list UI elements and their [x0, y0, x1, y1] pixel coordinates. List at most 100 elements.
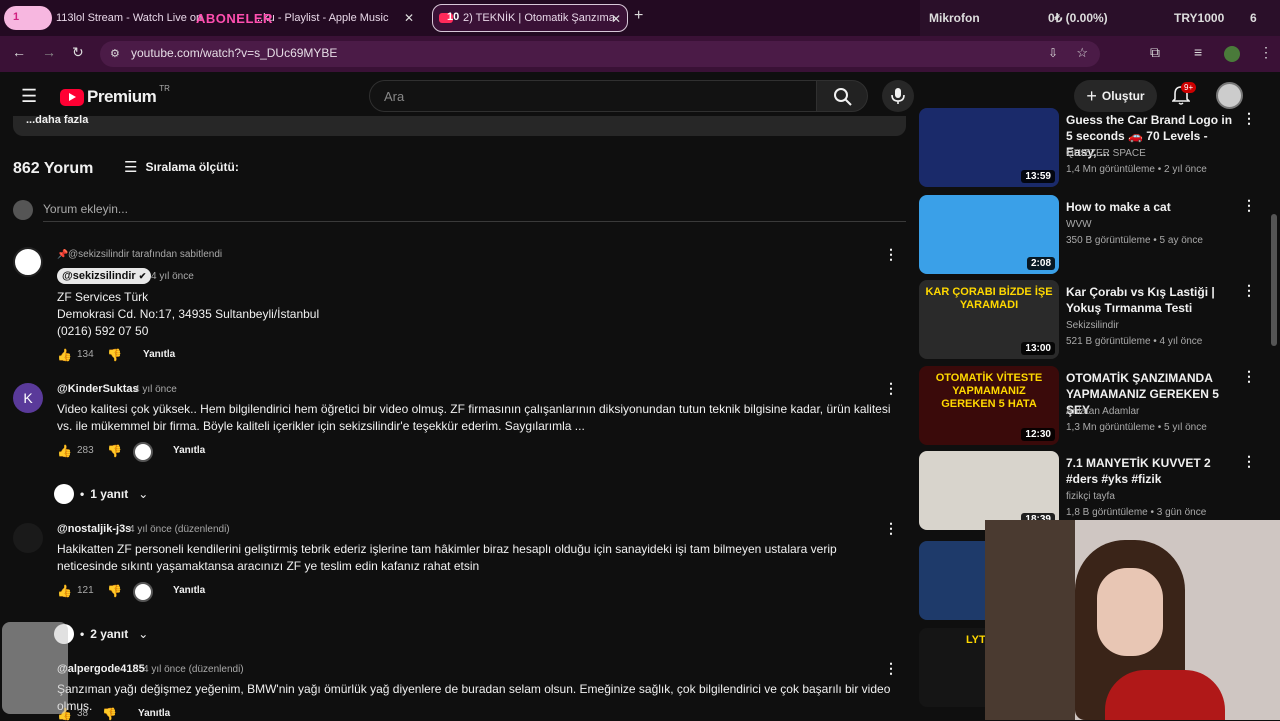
- media-icon[interactable]: ≡: [1194, 44, 1202, 60]
- video-channel[interactable]: Sekizsilindir: [1066, 318, 1119, 334]
- avatar[interactable]: [13, 247, 43, 277]
- person-shirt: [1105, 670, 1225, 720]
- creator-avatar-icon: [54, 484, 74, 504]
- new-tab-button[interactable]: +: [634, 7, 643, 25]
- video-title[interactable]: How to make a cat: [1066, 199, 1236, 215]
- video-more-icon[interactable]: ⋮: [1242, 368, 1256, 385]
- video-more-icon[interactable]: ⋮: [1242, 282, 1256, 299]
- comment-time[interactable]: 4 yıl önce: [151, 271, 194, 282]
- replies-toggle[interactable]: • 2 yanıt ⌄: [54, 624, 148, 644]
- profile-avatar[interactable]: [1224, 46, 1240, 62]
- hamburger-menu-icon[interactable]: ☰: [21, 86, 37, 107]
- scrollbar[interactable]: [1271, 214, 1277, 346]
- dislike-icon[interactable]: 👎: [107, 348, 122, 362]
- create-button[interactable]: + Oluştur: [1074, 80, 1157, 112]
- video-meta: 350 B görüntüleme • 5 ay önce: [1066, 235, 1203, 246]
- comment-text: ZF Services Türk Demokrasi Cd. No:17, 34…: [57, 289, 319, 340]
- video-title[interactable]: 7.1 MANYETİK KUVVET 2 #ders #yks #fizik: [1066, 455, 1236, 487]
- extensions-icon[interactable]: ⧉: [1150, 44, 1160, 61]
- comment-thread-3: @nostaljik-j3s 4 yıl önce (düzenlendi) H…: [0, 520, 906, 650]
- description-box[interactable]: ...daha fazla: [13, 114, 906, 136]
- more-actions-icon[interactable]: ⋮: [884, 660, 898, 677]
- channel-owner-badge[interactable]: @sekizsilindir ✔: [57, 268, 152, 284]
- replies-toggle[interactable]: • 1 yanıt ⌄: [54, 484, 148, 504]
- more-actions-icon[interactable]: ⋮: [884, 246, 898, 263]
- comment-text: Video kalitesi çok yüksek.. Hem bilgilen…: [57, 402, 891, 433]
- forward-icon[interactable]: →: [42, 44, 56, 60]
- more-actions-icon[interactable]: ⋮: [884, 380, 898, 397]
- show-more-link[interactable]: ...daha fazla: [26, 114, 88, 126]
- video-meta: 521 B görüntüleme • 4 yıl önce: [1066, 336, 1203, 347]
- overlay-label: ABONELER: [196, 11, 273, 26]
- like-icon[interactable]: 👍: [57, 584, 72, 598]
- video-duration: 12:30: [1021, 428, 1055, 441]
- avatar[interactable]: K: [13, 383, 43, 413]
- reply-button[interactable]: Yanıtla: [173, 445, 205, 456]
- comment-line: ZF Services Türk: [57, 290, 149, 304]
- tab-label: 113lol Stream - Watch Live on: [56, 12, 203, 24]
- voice-search-button[interactable]: [882, 80, 914, 112]
- close-icon[interactable]: ✕: [404, 11, 414, 25]
- like-icon[interactable]: 👍: [57, 348, 72, 362]
- comment-line: Demokrasi Cd. No:17, 34935 Sultanbeyli/İ…: [57, 307, 320, 321]
- menu-dots-icon[interactable]: ⋮: [1259, 44, 1273, 61]
- reply-button[interactable]: Yanıtla: [173, 585, 205, 596]
- like-icon[interactable]: 👍: [57, 444, 72, 458]
- video-meta: 1,8 B görüntüleme • 3 gün önce: [1066, 507, 1207, 518]
- reply-button[interactable]: Yanıtla: [143, 349, 175, 360]
- dislike-icon[interactable]: 👎: [107, 444, 122, 458]
- video-channel[interactable]: WVW: [1066, 217, 1092, 233]
- youtube-logo[interactable]: Premium TR: [60, 84, 170, 107]
- search-icon: [834, 88, 852, 106]
- video-more-icon[interactable]: ⋮: [1242, 197, 1256, 214]
- video-thumbnail[interactable]: 18:39: [919, 451, 1059, 530]
- back-icon[interactable]: ←: [12, 44, 26, 60]
- thumbnail-caption: KAR ÇORABI BİZDE İŞE YARAMADI: [925, 286, 1053, 311]
- more-actions-icon[interactable]: ⋮: [884, 520, 898, 537]
- video-more-icon[interactable]: ⋮: [1242, 453, 1256, 470]
- chevron-down-icon: ⌄: [138, 627, 149, 641]
- sort-label: Sıralama ölçütü:: [145, 160, 239, 174]
- close-icon[interactable]: ✕: [611, 12, 621, 26]
- bookmark-star-icon[interactable]: ☆: [1076, 45, 1088, 61]
- dislike-icon[interactable]: 👎: [107, 584, 122, 598]
- notifications-button[interactable]: 9+: [1171, 82, 1197, 110]
- account-avatar[interactable]: [1216, 82, 1243, 109]
- comment-author[interactable]: @nostaljik-j3s: [57, 523, 131, 535]
- video-thumbnail[interactable]: KAR ÇORABI BİZDE İŞE YARAMADI 13:00: [919, 280, 1059, 359]
- video-thumbnail[interactable]: 13:59: [919, 108, 1059, 187]
- search-input[interactable]: Ara: [369, 80, 817, 112]
- search-button[interactable]: [816, 80, 868, 112]
- tab-badge: 10: [447, 11, 460, 23]
- reload-icon[interactable]: ↻: [72, 44, 84, 61]
- video-channel[interactable]: QUIZZER SPACE: [1066, 146, 1146, 162]
- video-thumbnail[interactable]: OTOMATİK VİTESTE YAPMAMANIZ GEREKEN 5 HA…: [919, 366, 1059, 445]
- add-comment-input[interactable]: Yorum ekleyin...: [43, 200, 906, 222]
- avatar[interactable]: [13, 523, 43, 553]
- comment-author[interactable]: @alpergode4185: [57, 663, 145, 675]
- video-more-icon[interactable]: ⋮: [1242, 110, 1256, 127]
- dislike-icon[interactable]: 👎: [102, 707, 117, 721]
- site-info-icon[interactable]: ⚙: [110, 47, 120, 60]
- video-channel[interactable]: fizikçi tayfa: [1066, 489, 1115, 505]
- tab-active-video[interactable]: 10 2) TEKNİK | Otomatik Şanzıma ✕: [432, 4, 628, 32]
- address-bar-row: ← → ↻ ⚙ youtube.com/watch?v=s_DUc69MYBE …: [0, 36, 1280, 72]
- num-label: 6: [1250, 11, 1257, 25]
- comment-text: Hakikatten ZF personeli kendilerini geli…: [57, 542, 837, 573]
- comment-time[interactable]: 4 yıl önce (düzenlendi): [129, 524, 230, 535]
- logo-text: Premium: [87, 87, 157, 106]
- comment-author[interactable]: @KinderSuktas: [57, 383, 139, 395]
- comment-time[interactable]: 4 yıl önce (düzenlendi): [143, 664, 244, 675]
- person-face: [1097, 568, 1163, 656]
- video-channel[interactable]: Anlatan Adamlar: [1066, 404, 1139, 420]
- video-title[interactable]: Kar Çorabı vs Kış Lastiği | Yokuş Tırman…: [1066, 284, 1236, 316]
- video-meta: 1,3 Mn görüntüleme • 5 yıl önce: [1066, 422, 1207, 433]
- comment-count: 862 Yorum: [13, 160, 94, 177]
- microphone-icon: [891, 88, 905, 104]
- reply-button[interactable]: Yanıtla: [138, 708, 170, 719]
- url-bar[interactable]: ⚙ youtube.com/watch?v=s_DUc69MYBE ⇩ ☆: [100, 41, 1100, 67]
- comment-time[interactable]: 4 yıl önce: [134, 384, 177, 395]
- video-thumbnail[interactable]: 2:08: [919, 195, 1059, 274]
- sort-button[interactable]: ☰ Sıralama ölçütü:: [124, 158, 239, 176]
- install-icon[interactable]: ⇩: [1048, 46, 1058, 60]
